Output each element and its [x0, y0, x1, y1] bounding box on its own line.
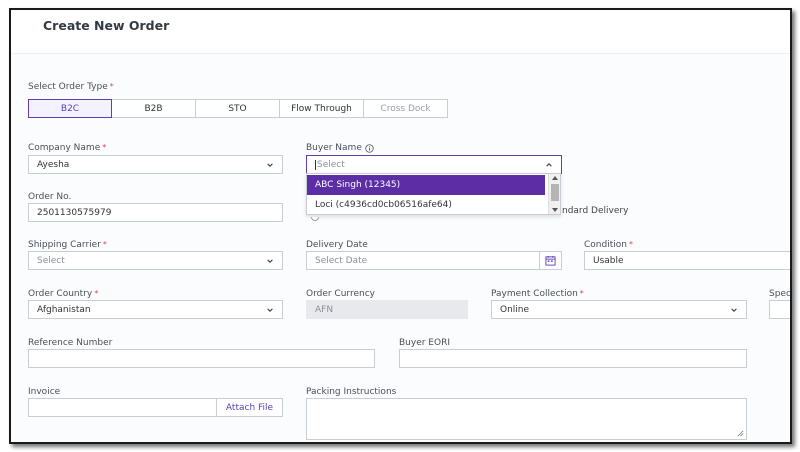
buyer-name-placeholder: Select [317, 159, 345, 170]
payment-collection-select[interactable]: Online [491, 300, 747, 319]
delivery-date-label: Delivery Date [306, 240, 368, 250]
window-frame: Create New Order Select Order Type * B2C … [9, 8, 792, 444]
condition-value: Usable [593, 255, 624, 266]
order-type-flow-through[interactable]: Flow Through [280, 99, 364, 118]
info-icon [365, 143, 374, 153]
packing-instructions-textarea[interactable] [306, 398, 747, 440]
resize-handle-icon[interactable] [737, 430, 744, 437]
calendar-button[interactable] [539, 252, 561, 269]
scroll-thumb[interactable] [551, 184, 559, 201]
delivery-date-placeholder: Select Date [315, 255, 368, 266]
order-type-sto[interactable]: STO [196, 99, 280, 118]
order-currency-label: Order Currency [306, 289, 375, 299]
chevron-up-icon [546, 162, 552, 167]
reference-number-input[interactable] [28, 349, 375, 368]
spec-label: Spec [769, 289, 791, 299]
buyer-option-loci[interactable]: Loci (c4936cd0cb06516afe64) [307, 195, 545, 215]
attach-file-button[interactable]: Attach File [216, 399, 282, 416]
buyer-name-label: Buyer Name [306, 143, 374, 153]
order-no-value: 2501130575979 [37, 207, 112, 218]
spec-input[interactable] [769, 300, 790, 319]
order-type-b2b[interactable]: B2B [112, 99, 196, 118]
invoice-input[interactable]: Attach File [28, 398, 283, 417]
standard-delivery-label: ndard Delivery [562, 206, 629, 216]
order-type-b2c[interactable]: B2C [28, 99, 112, 118]
order-currency-input: AFN [306, 300, 468, 319]
chevron-down-icon [267, 258, 273, 263]
condition-label: Condition * [584, 240, 633, 250]
chevron-down-icon [267, 307, 273, 312]
page-header: Create New Order [11, 10, 790, 54]
buyer-name-select[interactable]: Select [306, 155, 562, 174]
order-type-cross-dock[interactable]: Cross Dock [364, 99, 448, 118]
buyer-name-dropdown: ABC Singh (12345) Loci (c4936cd0cb06516a… [306, 173, 561, 215]
order-country-label: Order Country * [28, 289, 99, 299]
invoice-label: Invoice [28, 387, 61, 397]
delivery-date-input[interactable]: Select Date [306, 251, 562, 270]
order-country-value: Afghanistan [37, 304, 91, 315]
chevron-down-icon [267, 162, 273, 167]
order-no-label: Order No. [28, 192, 72, 202]
scroll-down-icon[interactable] [552, 208, 558, 212]
company-name-select[interactable]: Ayesha [28, 155, 283, 174]
company-name-label: Company Name * [28, 143, 107, 153]
shipping-carrier-placeholder: Select [37, 255, 65, 266]
payment-collection-value: Online [500, 304, 530, 315]
condition-select[interactable]: Usable [584, 251, 790, 270]
scroll-up-icon[interactable] [552, 176, 558, 180]
packing-instructions-label: Packing Instructions [306, 387, 397, 397]
order-currency-value: AFN [315, 304, 334, 315]
shipping-carrier-label: Shipping Carrier * [28, 240, 107, 250]
payment-collection-label: Payment Collection * [491, 289, 584, 299]
reference-number-label: Reference Number [28, 338, 113, 348]
order-country-select[interactable]: Afghanistan [28, 300, 283, 319]
page-title: Create New Order [43, 18, 170, 33]
company-name-value: Ayesha [37, 159, 70, 170]
shipping-carrier-select[interactable]: Select [28, 251, 283, 270]
order-type-label: Select Order Type * [28, 82, 114, 92]
order-type-segmented-control: B2C B2B STO Flow Through Cross Dock [28, 99, 448, 118]
dropdown-scrollbar[interactable] [548, 174, 560, 214]
calendar-icon [545, 255, 556, 266]
chevron-down-icon [731, 307, 737, 312]
buyer-eori-label: Buyer EORI [399, 338, 450, 348]
buyer-option-abc-singh[interactable]: ABC Singh (12345) [307, 175, 545, 195]
order-no-input[interactable]: 2501130575979 [28, 203, 283, 222]
buyer-eori-input[interactable] [399, 349, 747, 368]
